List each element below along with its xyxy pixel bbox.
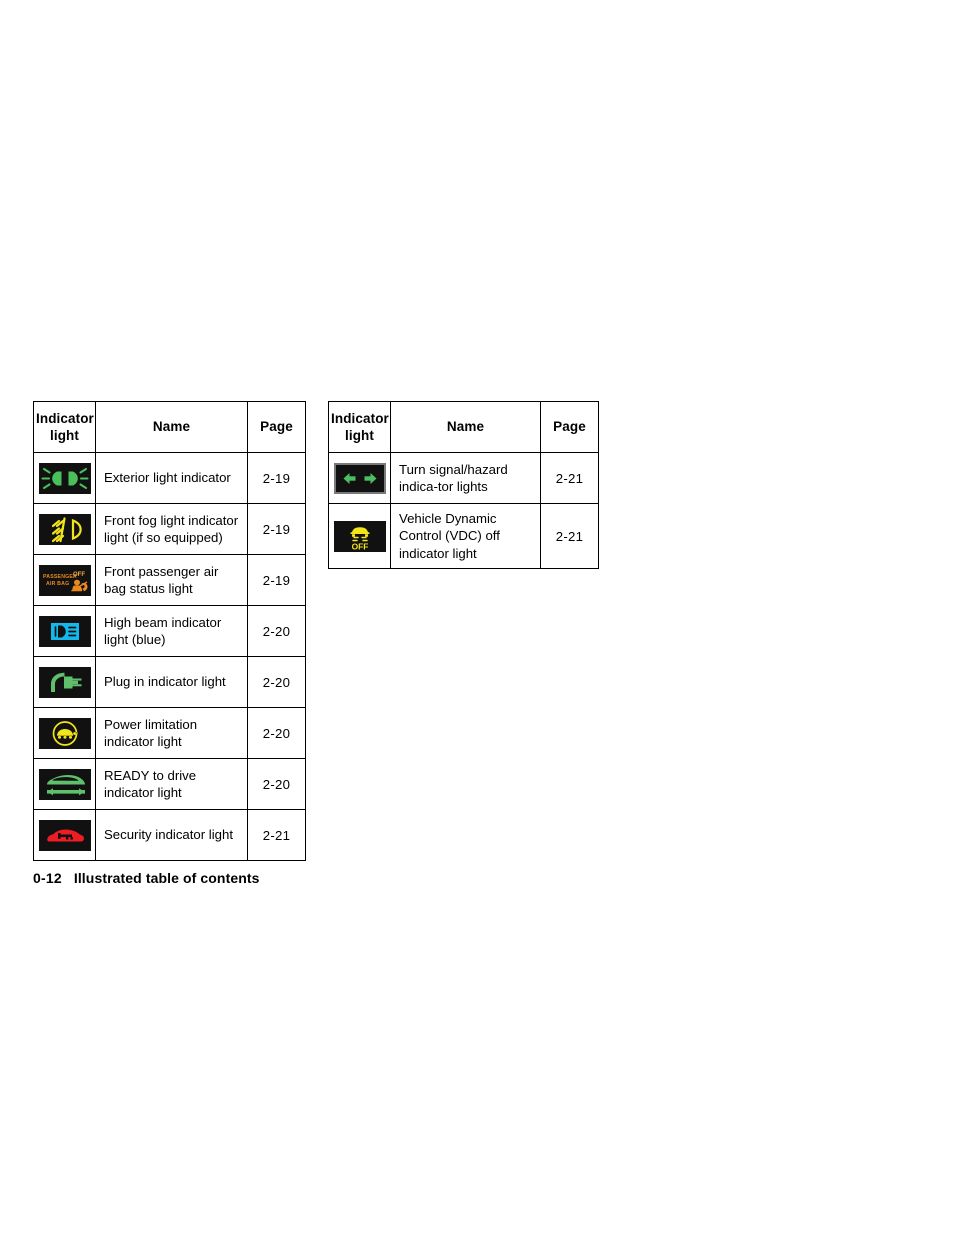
indicator-name: Power limitation indicator light xyxy=(95,707,248,759)
page-reference: 2-20 xyxy=(247,707,306,759)
column-header-name: Name xyxy=(95,401,248,453)
indicator-light-table-left: Indicator light Name Page Exterior light… xyxy=(33,401,306,861)
svg-text:OFF: OFF xyxy=(73,572,85,578)
table-row: OFF Vehicle Dynamic Control (VDC) off in… xyxy=(328,502,599,570)
cell-indicator-icon xyxy=(33,809,96,861)
power-limitation-indicator-icon xyxy=(38,717,91,749)
security-indicator-icon xyxy=(38,819,91,851)
page-reference: 2-19 xyxy=(247,554,306,606)
indicator-name: High beam indicator light (blue) xyxy=(95,605,248,657)
exterior-light-indicator-icon xyxy=(38,462,91,494)
table-row: Front fog light indicator light (if so e… xyxy=(33,503,306,555)
table-row: Plug in indicator light 2-20 xyxy=(33,656,306,708)
cell-indicator-icon xyxy=(33,605,96,657)
column-header-page: Page xyxy=(540,401,599,453)
table-header-row: Indicator light Name Page xyxy=(328,401,599,453)
plug-in-indicator-icon xyxy=(38,666,91,698)
indicator-light-table-right: Indicator light Name Page Turn signal/ha… xyxy=(328,401,599,570)
cell-indicator-icon xyxy=(33,503,96,555)
column-header-indicator-line2: light xyxy=(50,428,79,443)
table-header-left: Indicator light Name Page xyxy=(33,401,306,453)
indicator-name: Vehicle Dynamic Control (VDC) off indica… xyxy=(390,502,541,570)
column-header-indicator-line1: Indicator xyxy=(331,410,389,426)
svg-text:OFF: OFF xyxy=(351,541,368,551)
front-passenger-air-bag-status-icon: PASSENGER AIR BAG OFF xyxy=(38,564,91,596)
indicator-name: Front passenger air bag status light xyxy=(95,554,248,606)
indicator-name: Plug in indicator light xyxy=(95,656,248,708)
page-reference: 2-21 xyxy=(247,809,306,861)
table-row: Exterior light indicator 2-19 xyxy=(33,452,306,504)
cell-indicator-icon xyxy=(328,452,391,504)
cell-indicator-icon: OFF xyxy=(328,502,391,570)
vdc-off-indicator-icon: OFF xyxy=(333,520,386,552)
column-header-indicator-light: Indicator light xyxy=(328,401,391,453)
page-reference: 2-21 xyxy=(540,502,599,570)
table-row: Turn signal/hazard indica-tor lights 2-2… xyxy=(328,452,599,504)
indicator-name: Security indicator light xyxy=(95,809,248,861)
page-reference: 2-20 xyxy=(247,605,306,657)
column-header-indicator-light: Indicator light xyxy=(33,401,96,453)
page-reference: 2-20 xyxy=(247,758,306,810)
table-body-left: Exterior light indicator 2-19 Front fog … xyxy=(33,452,306,861)
turn-signal-hazard-indicator-icon xyxy=(333,462,386,494)
page-reference: 2-21 xyxy=(540,452,599,504)
cell-indicator-icon xyxy=(33,656,96,708)
table-row: Power limitation indicator light 2-20 xyxy=(33,707,306,759)
footer-section-title: Illustrated table of contents xyxy=(73,870,260,886)
column-header-indicator-line2: light xyxy=(345,428,374,443)
ready-to-drive-indicator-icon xyxy=(38,768,91,800)
column-header-page: Page xyxy=(247,401,306,453)
svg-text:AIR BAG: AIR BAG xyxy=(46,581,69,587)
high-beam-indicator-icon xyxy=(38,615,91,647)
indicator-name: Exterior light indicator xyxy=(95,452,248,504)
table-body-right: Turn signal/hazard indica-tor lights 2-2… xyxy=(328,452,599,570)
front-fog-light-indicator-icon xyxy=(38,513,91,545)
manual-page: Indicator light Name Page Exterior light… xyxy=(0,0,954,1235)
column-header-indicator-line1: Indicator xyxy=(36,410,94,426)
table-header-right: Indicator light Name Page xyxy=(328,401,599,453)
footer-page-number: 0-12 xyxy=(33,870,62,886)
page-reference: 2-20 xyxy=(247,656,306,708)
indicator-name: Turn signal/hazard indica-tor lights xyxy=(390,452,541,504)
indicator-name: Front fog light indicator light (if so e… xyxy=(95,503,248,555)
table-header-row: Indicator light Name Page xyxy=(33,401,306,453)
table-row: Security indicator light 2-21 xyxy=(33,809,306,861)
indicator-name: READY to drive indicator light xyxy=(95,758,248,810)
page-reference: 2-19 xyxy=(247,503,306,555)
svg-text:PASSENGER: PASSENGER xyxy=(43,574,77,580)
table-row: PASSENGER AIR BAG OFF Front passenger ai… xyxy=(33,554,306,606)
table-row: READY to drive indicator light 2-20 xyxy=(33,758,306,810)
cell-indicator-icon xyxy=(33,452,96,504)
table-row: High beam indicator light (blue) 2-20 xyxy=(33,605,306,657)
page-footer: 0-12 Illustrated table of contents xyxy=(33,870,260,886)
column-header-name: Name xyxy=(390,401,541,453)
cell-indicator-icon xyxy=(33,707,96,759)
page-reference: 2-19 xyxy=(247,452,306,504)
cell-indicator-icon: PASSENGER AIR BAG OFF xyxy=(33,554,96,606)
cell-indicator-icon xyxy=(33,758,96,810)
